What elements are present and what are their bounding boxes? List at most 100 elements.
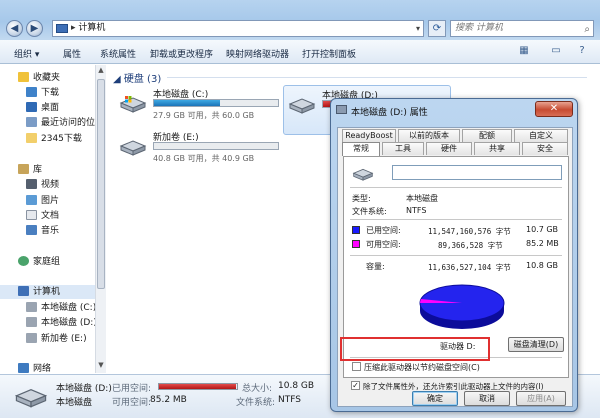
music-icon	[26, 225, 37, 235]
address-text: 计算机	[78, 23, 106, 33]
details-free-label: 可用空间:	[112, 398, 152, 408]
tab-general[interactable]: 常规	[342, 142, 380, 156]
tab-customize[interactable]: 自定义	[514, 129, 568, 142]
nav-libraries[interactable]: 库	[18, 163, 42, 177]
index-checkbox[interactable]: ✓	[351, 381, 360, 390]
drive-icon	[26, 333, 37, 343]
scroll-up-icon[interactable]: ▲	[96, 66, 106, 77]
nav-documents[interactable]: 文档	[26, 209, 59, 223]
tab-tools[interactable]: 工具	[382, 142, 424, 155]
tab-readyboost[interactable]: ReadyBoost	[342, 129, 396, 142]
map-drive-button[interactable]: 映射网络驱动器	[226, 47, 289, 60]
details-fs-value: NTFS	[278, 395, 301, 405]
nav-scrollbar[interactable]: ▲ ▼	[95, 65, 106, 373]
nav-desktop[interactable]: 桌面	[26, 101, 59, 115]
nav-drive-d[interactable]: 本地磁盘 (D:)	[26, 316, 95, 330]
fs-label: 文件系统:	[352, 207, 387, 216]
refresh-icon[interactable]: ⟳	[428, 20, 446, 37]
nav-favorites[interactable]: 收藏夹	[18, 71, 60, 85]
drive-icon	[336, 105, 347, 114]
ok-button[interactable]: 确定	[412, 391, 458, 406]
used-space-swatch	[352, 226, 360, 234]
capacity-size: 10.8 GB	[526, 261, 559, 270]
pictures-icon	[26, 195, 37, 205]
nav-computer[interactable]: 计算机	[0, 285, 95, 299]
organize-button[interactable]: 组织 ▾	[14, 47, 39, 60]
group-divider	[167, 77, 587, 78]
details-used-label: 已用空间:	[112, 384, 152, 394]
details-free-value: 85.2 MB	[150, 395, 187, 405]
nav-recent[interactable]: 最近访问的位置	[26, 116, 95, 130]
free-size: 85.2 MB	[526, 239, 559, 248]
volume-label-input[interactable]	[392, 165, 562, 180]
drive-icon	[288, 98, 316, 114]
scroll-thumb[interactable]	[97, 79, 105, 289]
control-panel-button[interactable]: 打开控制面板	[302, 47, 356, 60]
uninstall-button[interactable]: 卸载或更改程序	[150, 47, 213, 60]
chevron-down-icon[interactable]: ▾	[416, 21, 420, 36]
used-size: 10.7 GB	[526, 225, 559, 234]
forward-arrow-icon[interactable]: ▶	[26, 20, 43, 37]
windows-drive-icon	[119, 96, 147, 113]
address-bar[interactable]: ▸ 计算机 ▾	[52, 20, 424, 37]
divider	[350, 187, 562, 188]
drive-c-free: 27.9 GB 可用，共 60.0 GB	[153, 111, 255, 120]
details-total-value: 10.8 GB	[278, 381, 315, 391]
drive-icon	[26, 317, 37, 327]
apply-button[interactable]: 应用(A)	[516, 391, 566, 406]
nav-network[interactable]: 网络	[18, 362, 51, 373]
nav-drive-c[interactable]: 本地磁盘 (C:)	[26, 301, 95, 315]
search-icon[interactable]: ⌕	[584, 22, 590, 37]
star-icon	[18, 72, 29, 82]
tab-quota[interactable]: 配额	[462, 129, 512, 142]
group-header[interactable]: ◢ 硬盘 (3)	[113, 70, 161, 85]
nav-videos[interactable]: 视频	[26, 178, 59, 192]
capacity-label: 容量:	[366, 262, 385, 271]
homegroup-icon	[18, 256, 29, 266]
back-arrow-icon[interactable]: ◀	[6, 20, 23, 37]
tab-hardware[interactable]: 硬件	[426, 142, 472, 155]
details-fs-label: 文件系统:	[236, 398, 276, 408]
compress-checkbox[interactable]	[352, 362, 361, 371]
tab-previous-versions[interactable]: 以前的版本	[398, 129, 460, 142]
drive-icon	[14, 389, 48, 408]
system-properties-button[interactable]: 系统属性	[100, 47, 136, 60]
highlight-box	[340, 337, 490, 361]
free-bytes: 89,366,528 字节	[438, 241, 503, 250]
tab-security[interactable]: 安全	[522, 142, 568, 155]
nav-drive-e[interactable]: 新加卷 (E:)	[26, 332, 87, 346]
disk-usage-pie-icon	[419, 284, 505, 329]
nav-music[interactable]: 音乐	[26, 224, 59, 238]
drive-icon	[352, 168, 374, 181]
cancel-button[interactable]: 取消	[464, 391, 510, 406]
help-icon[interactable]: ?	[574, 45, 590, 58]
details-total-label: 总大小:	[242, 384, 273, 394]
explorer-titlebar: ◀ ▶ ▸ 计算机 ▾ ⟳ 搜索 计算机 ⌕	[0, 0, 600, 40]
nav-pictures[interactable]: 图片	[26, 194, 59, 208]
capacity-bytes: 11,636,527,104 字节	[428, 263, 511, 272]
drive-icon	[26, 302, 37, 312]
free-space-swatch	[352, 240, 360, 248]
drive-c-usage-fill	[154, 100, 221, 106]
disk-cleanup-button[interactable]: 磁盘清理(D)	[508, 337, 564, 352]
properties-button[interactable]: 属性	[63, 47, 81, 60]
nav-downloads[interactable]: 下载	[26, 86, 59, 100]
view-options-icon[interactable]: ▦	[516, 45, 532, 58]
computer-icon	[18, 286, 29, 296]
free-label: 可用空间:	[366, 240, 401, 249]
drive-e-tile[interactable]: 新加卷 (E:) 40.8 GB 可用，共 40.9 GB	[115, 128, 285, 178]
drive-e-usage-bar	[153, 142, 279, 150]
divider	[350, 255, 562, 256]
scroll-down-icon[interactable]: ▼	[96, 361, 106, 372]
download-folder-icon	[26, 87, 37, 97]
library-icon	[18, 164, 29, 174]
search-input[interactable]: 搜索 计算机 ⌕	[450, 20, 594, 37]
nav-homegroup[interactable]: 家庭组	[18, 255, 60, 269]
tab-sharing[interactable]: 共享	[474, 142, 520, 155]
nav-2345-downloads[interactable]: 2345下载	[26, 132, 82, 146]
drive-e-free: 40.8 GB 可用，共 40.9 GB	[153, 154, 255, 163]
preview-pane-icon[interactable]: ▭	[548, 45, 564, 58]
close-icon[interactable]: ✕	[535, 101, 573, 117]
video-icon	[26, 179, 37, 189]
compress-label[interactable]: 压缩此驱动器以节约磁盘空间(C)	[364, 362, 480, 373]
